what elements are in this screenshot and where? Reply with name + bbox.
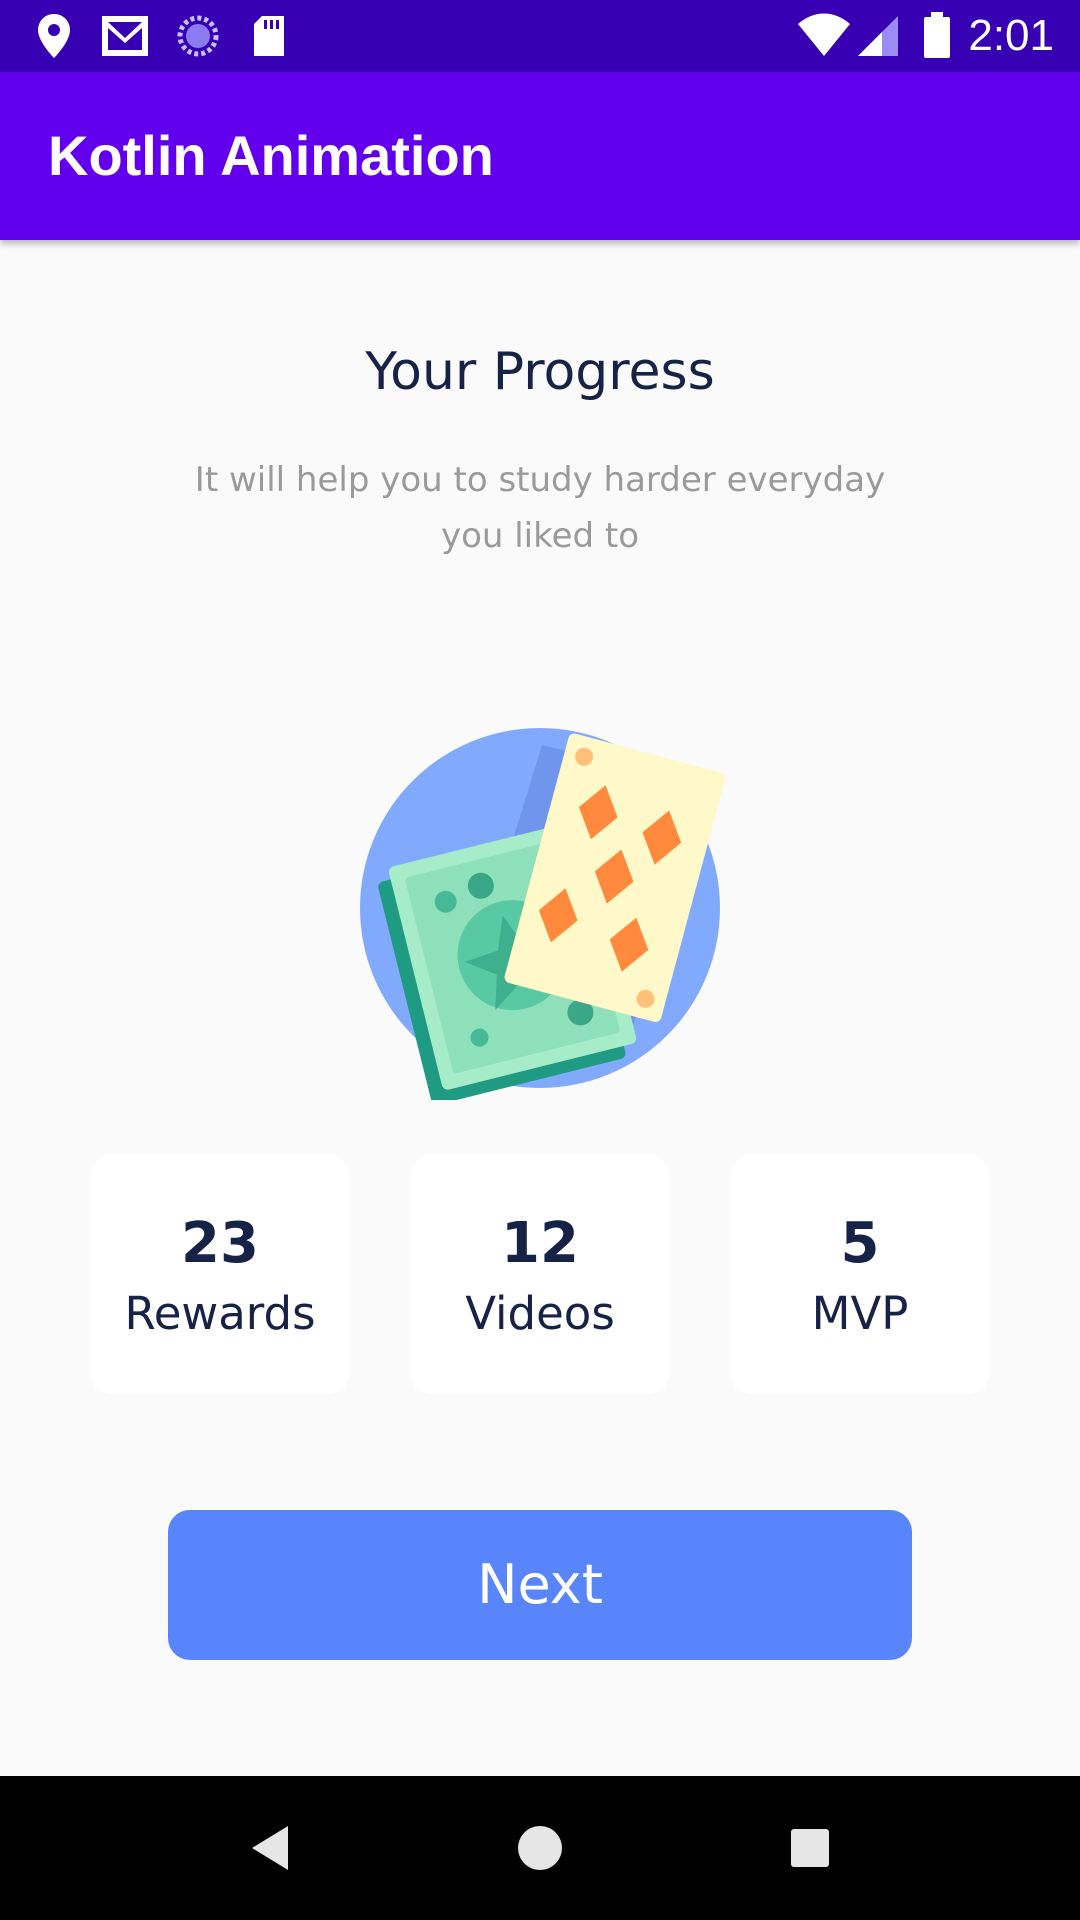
recents-icon[interactable]: [778, 1816, 842, 1880]
playing-cards-and-money-illustration: [360, 728, 726, 1100]
gmail-icon: [102, 16, 148, 56]
page-subtitle: It will help you to study harder everyda…: [194, 460, 886, 556]
status-time: 2:01: [968, 11, 1054, 60]
location-pin-icon: [38, 14, 70, 58]
stat-label: Videos: [465, 1287, 615, 1340]
navigation-bar: [0, 1776, 1080, 1920]
sync-icon: [177, 15, 219, 57]
wifi-icon: [798, 13, 850, 56]
stat-card-videos: 12 Videos: [410, 1154, 670, 1394]
stat-value: 12: [501, 1211, 579, 1276]
stat-label: Rewards: [124, 1287, 316, 1340]
battery-icon: [924, 12, 950, 58]
app-title: Kotlin Animation: [48, 124, 494, 187]
app-bar: Kotlin Animation: [0, 72, 1080, 240]
stat-value: 23: [181, 1211, 259, 1276]
stat-card-rewards: 23 Rewards: [90, 1154, 350, 1394]
stat-card-mvp: 5 MVP: [730, 1154, 990, 1394]
sd-card-icon: [254, 16, 284, 56]
status-bar: 2:01: [0, 0, 1080, 72]
home-icon[interactable]: [508, 1816, 572, 1880]
signal-icon: [858, 16, 898, 56]
stat-value: 5: [840, 1211, 880, 1276]
screen: 2:01 Kotlin Animation Your Progress It w…: [0, 0, 1080, 1920]
next-button[interactable]: Next: [168, 1510, 912, 1660]
back-icon[interactable]: [238, 1816, 302, 1880]
page-title: Your Progress: [365, 342, 715, 402]
stat-label: MVP: [811, 1287, 909, 1340]
